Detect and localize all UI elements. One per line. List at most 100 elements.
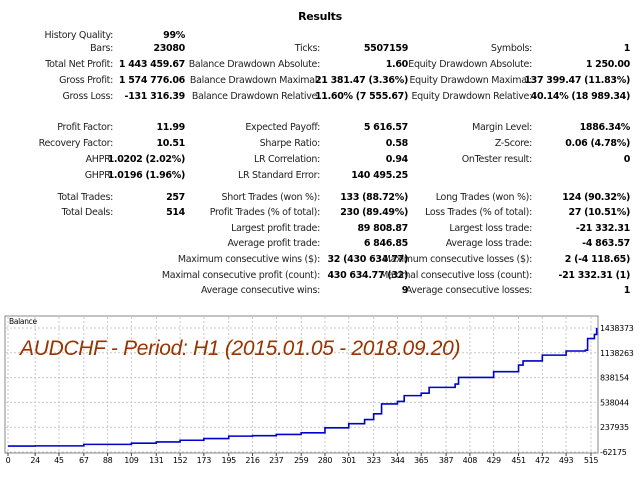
stat-value: 11.99 — [156, 122, 185, 133]
x-tick-label: 131 — [149, 456, 164, 465]
x-tick-label: 88 — [103, 456, 113, 465]
stat-label: Gross Loss: — [62, 91, 113, 102]
x-tick-label: 109 — [124, 456, 139, 465]
stat-value: 0.58 — [385, 138, 409, 149]
x-tick-label: 0 — [6, 456, 11, 465]
stat-value: 89 808.87 — [357, 223, 409, 234]
stat-label: History Quality: — [44, 30, 114, 41]
stat-value: -21 332.31 — [575, 223, 630, 234]
stat-value: 21 381.47 (3.36%) — [314, 75, 408, 86]
y-tick-label: -62175 — [600, 448, 627, 457]
stat-value: 2 (-4 118.65) — [564, 254, 631, 265]
y-tick-label: 1138263 — [600, 349, 634, 358]
stat-label: Margin Level: — [472, 122, 532, 133]
y-tick-label: 838154 — [600, 374, 629, 383]
stat-label: Gross Profit: — [59, 75, 113, 86]
stat-label: Symbols: — [490, 43, 532, 54]
stat-label: Recovery Factor: — [38, 138, 114, 149]
x-tick-label: 237 — [269, 456, 284, 465]
stat-label: Equity Drawdown Absolute: — [408, 59, 532, 70]
x-tick-label: 429 — [486, 456, 501, 465]
stat-label: Average consecutive wins: — [200, 285, 320, 296]
stat-value: -131 316.39 — [124, 91, 186, 102]
stat-label: Short Trades (won %): — [221, 192, 321, 203]
stat-value: 10.51 — [156, 138, 185, 149]
x-tick-label: 515 — [584, 456, 599, 465]
stat-label: Profit Factor: — [57, 122, 113, 133]
x-tick-label: 408 — [463, 456, 478, 465]
y-tick-label: 237935 — [600, 423, 629, 432]
x-tick-label: 152 — [173, 456, 188, 465]
stat-value: 6 846.85 — [363, 238, 408, 249]
stat-label: Average profit trade: — [227, 238, 320, 249]
stat-value: 0.06 (4.78%) — [565, 138, 630, 149]
x-tick-label: 323 — [366, 456, 381, 465]
stat-value: 99% — [163, 30, 185, 41]
x-tick-label: 472 — [535, 456, 550, 465]
x-tick-label: 173 — [197, 456, 212, 465]
x-tick-label: 493 — [559, 456, 574, 465]
stat-value: 1 443 459.67 — [118, 59, 185, 70]
stat-label: OnTester result: — [461, 154, 533, 165]
stat-label: Average consecutive losses: — [405, 285, 533, 296]
x-tick-label: 45 — [54, 456, 64, 465]
stat-value: 5507159 — [363, 43, 408, 54]
stat-value: 40.14% (18 989.34) — [530, 91, 631, 102]
x-tick-label: 365 — [414, 456, 429, 465]
stat-label: Maximum consecutive losses ($): — [382, 254, 533, 265]
stat-label: Equity Drawdown Maximal: — [409, 75, 532, 86]
stat-value: 514 — [166, 207, 185, 218]
balance-chart: 1438373 1138263 838154 538044 237935 -62175 0 2… — [4, 315, 634, 465]
x-tick-label: 387 — [439, 456, 454, 465]
x-tick-label: 259 — [294, 456, 309, 465]
y-tick-label: 538044 — [600, 398, 629, 407]
stat-label: Maximal consecutive loss (count): — [380, 270, 532, 281]
stat-label: Maximal consecutive profit (count): — [161, 270, 320, 281]
stat-label: Profit Trades (% of total): — [209, 207, 321, 218]
x-tick-label: 216 — [245, 456, 260, 465]
stat-value: 1886.34% — [579, 122, 631, 133]
stat-label: Sharpe Ratio: — [259, 138, 321, 149]
stat-label: LR Correlation: — [254, 154, 320, 165]
results-title: Results — [298, 10, 342, 23]
stat-label: Largest loss trade: — [449, 223, 532, 234]
stat-value: -4 863.57 — [582, 238, 630, 249]
x-tick-label: 195 — [222, 456, 237, 465]
stat-value: 1 250.00 — [585, 59, 630, 70]
x-tick-label: 344 — [390, 456, 405, 465]
stat-value: 1 — [623, 43, 631, 54]
x-tick-label: 280 — [318, 456, 333, 465]
y-tick-label: 1438373 — [600, 324, 634, 333]
stat-label: Total Net Profit: — [45, 59, 113, 70]
legend-balance: Balance — [9, 317, 37, 326]
stat-value: 27 (10.51%) — [568, 207, 631, 218]
stat-label: Ticks: — [294, 43, 321, 54]
stat-value: 140 495.25 — [351, 170, 408, 181]
stat-value: 1.0196 (1.96%) — [107, 170, 186, 181]
stat-label: Bars: — [90, 43, 113, 54]
stat-value: 133 (88.72%) — [340, 192, 408, 203]
stat-label: LR Standard Error: — [238, 170, 320, 181]
stat-value: 137 399.47 (11.83%) — [524, 75, 630, 86]
stat-label: Total Deals: — [61, 207, 114, 218]
stat-value: 11.60% (7 555.67) — [314, 91, 408, 102]
stat-label: Expected Payoff: — [245, 122, 320, 133]
stat-value: 1 — [623, 285, 631, 296]
x-tick-label: 451 — [511, 456, 526, 465]
stat-label: Total Trades: — [57, 192, 114, 203]
stat-label: Largest profit trade: — [231, 223, 320, 234]
stat-value: 1.0202 (2.02%) — [107, 154, 186, 165]
stat-label: Z-Score: — [494, 138, 532, 149]
stat-value: 0 — [623, 154, 631, 165]
stat-value: 0.94 — [385, 154, 409, 165]
stat-value: 1.60 — [385, 59, 409, 70]
stat-value: 5 616.57 — [363, 122, 408, 133]
stat-value: 23080 — [153, 43, 185, 54]
stat-label: Balance Drawdown Relative: — [191, 91, 320, 102]
stat-value: 1 574 776.06 — [118, 75, 185, 86]
x-tick-label: 301 — [342, 456, 357, 465]
stat-label: Loss Trades (% of total): — [425, 207, 532, 218]
stat-label: Equity Drawdown Relative: — [411, 91, 532, 102]
stat-value: 124 (90.32%) — [562, 192, 630, 203]
stat-label: Balance Drawdown Absolute: — [188, 59, 321, 70]
